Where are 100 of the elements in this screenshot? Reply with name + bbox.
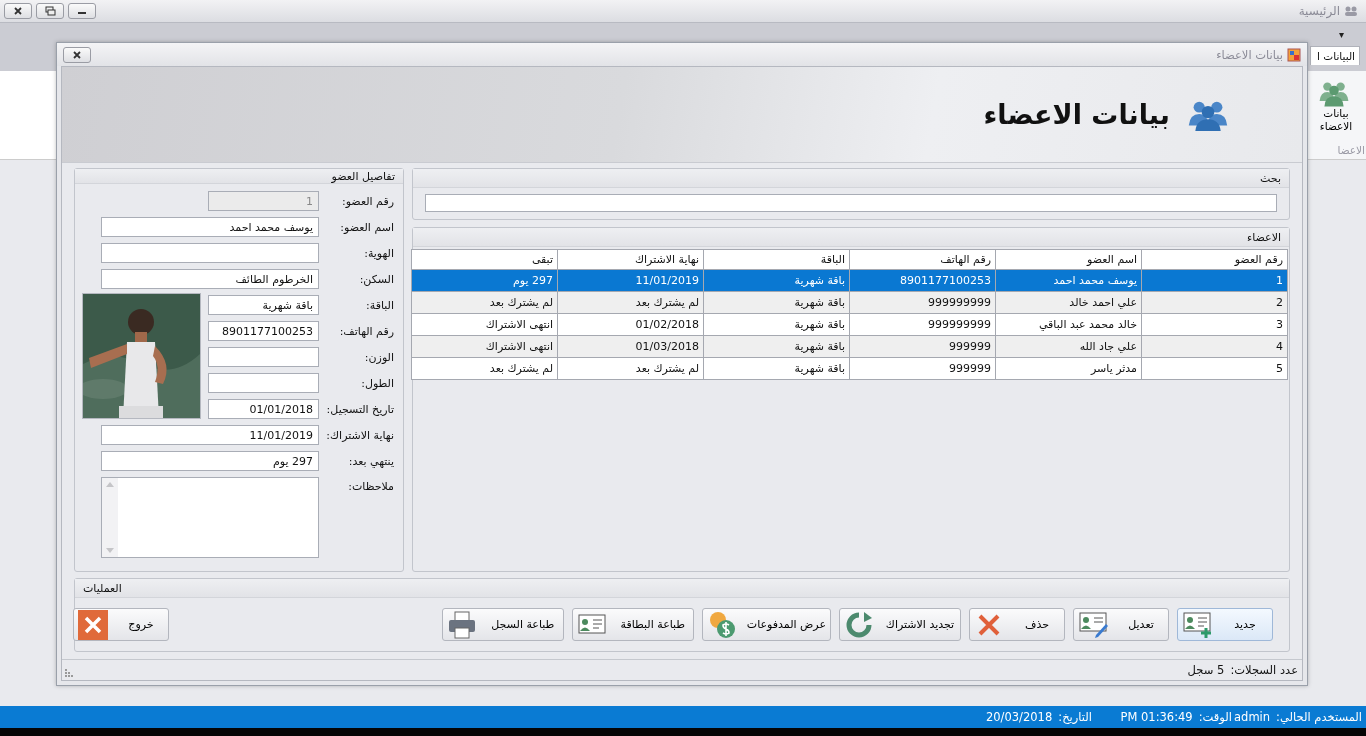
card-pencil-icon [1078, 609, 1108, 640]
close-button[interactable] [4, 3, 32, 19]
table-cell: 1 [1141, 269, 1288, 292]
restore-button[interactable] [36, 3, 64, 19]
panel-title: بحث [413, 169, 1289, 188]
info-value: admin [1234, 710, 1271, 724]
table-cell: خالد محمد عبد الباقي [995, 313, 1142, 336]
input-field[interactable]: الخرطوم الطائف [101, 269, 319, 289]
info-value: 20/03/2018 [985, 710, 1053, 724]
restore-icon [43, 6, 57, 16]
table-cell: باقة شهرية [703, 357, 850, 380]
table-cell: 999999999 [849, 291, 996, 314]
info-label: الوقت: [1198, 710, 1232, 724]
info-label: المستخدم الحالي: [1276, 710, 1362, 724]
field-label: الوزن: [363, 349, 395, 366]
ribbon-menu-caret[interactable]: ▾ [1338, 29, 1344, 40]
field-label: الطول: [360, 375, 395, 392]
table-cell: 01/03/2018 [557, 335, 704, 358]
table-cell: لم يشترك بعد [557, 291, 704, 314]
panel-title: تفاصيل العضو [75, 169, 403, 184]
input-field[interactable]: 01/01/2018 [208, 399, 319, 419]
action-button[interactable]: خروج [73, 608, 169, 641]
column-header[interactable]: نهاية الاشتراك [557, 249, 704, 270]
action-button[interactable]: جديد [1177, 608, 1273, 641]
column-header[interactable]: رقم الهاتف [849, 249, 996, 270]
action-button[interactable]: تعديل [1073, 608, 1169, 641]
field-label: نهاية الاشتراك: [325, 427, 395, 444]
action-button[interactable]: عرض المدفوعات [701, 608, 831, 641]
close-button[interactable] [63, 46, 91, 63]
column-header[interactable]: الباقة [703, 249, 850, 270]
info-value: PM 01:36:49 [1120, 710, 1193, 724]
page-heading: بيانات الاعضاء [983, 99, 1170, 130]
scroll-up-icon [106, 482, 114, 487]
panel-title: الاعضاء [413, 228, 1289, 247]
input-field[interactable] [208, 373, 319, 393]
field-label: السكن: [358, 271, 395, 288]
input-field[interactable]: باقة شهرية [208, 295, 319, 315]
table-cell: علي جاد الله [995, 335, 1142, 358]
field-label: تاريخ التسجيل: [325, 401, 395, 418]
action-button[interactable]: حذف [969, 608, 1065, 641]
table-cell: باقة شهرية [703, 269, 850, 292]
field-label: ينتهي بعد: [347, 453, 395, 470]
column-header[interactable]: اسم العضو [995, 249, 1142, 270]
table-cell: 8901177100253 [849, 269, 996, 292]
close-icon [11, 6, 25, 16]
window-icon [1287, 47, 1301, 62]
table-cell: يوسف محمد احمد [995, 269, 1142, 292]
table-cell: 297 يوم [411, 269, 558, 292]
notes-field[interactable] [101, 477, 319, 558]
action-button[interactable]: طباعة البطاقة [571, 608, 694, 641]
table-cell: 999999999 [849, 313, 996, 336]
table-cell: لم يشترك بعد [557, 357, 704, 380]
table-cell: 2 [1141, 291, 1288, 314]
minimize-button[interactable] [68, 3, 96, 19]
scroll-down-icon [106, 548, 114, 553]
table-cell: علي احمد خالد [995, 291, 1142, 314]
table-cell: 4 [1141, 335, 1288, 358]
input-field[interactable]: 11/01/2019 [101, 425, 319, 445]
field-label: رقم الهاتف: [338, 323, 395, 340]
table-cell: 999999 [849, 357, 996, 380]
action-button[interactable]: طباعة السجل [441, 608, 564, 641]
table-cell: باقة شهرية [703, 313, 850, 336]
input-field[interactable] [208, 347, 319, 367]
panel-title: العمليات [75, 579, 1289, 598]
field-label: ملاحظات: [347, 479, 395, 495]
column-header[interactable]: رقم العضو [1141, 249, 1288, 270]
action-button[interactable]: تجديد الاشتراك [839, 608, 961, 641]
ribbon-group-label: الاعضا [1336, 144, 1365, 158]
table-cell: باقة شهرية [703, 335, 850, 358]
input-field[interactable]: 297 يوم [101, 451, 319, 471]
table-cell: مدثر ياسر [995, 357, 1142, 380]
status-label: عدد السجلات: [1230, 663, 1298, 677]
table-cell: 5 [1141, 357, 1288, 380]
field-label: اسم العضو: [339, 219, 395, 236]
column-header[interactable]: تبقى [411, 249, 558, 270]
table-cell: 999999 [849, 335, 996, 358]
resize-grip-icon [65, 669, 73, 677]
field-label: الهوية: [363, 245, 395, 262]
table-cell: 11/01/2019 [557, 269, 704, 292]
printer-icon [446, 609, 477, 640]
refresh-icon [844, 609, 874, 640]
table-cell: لم يشترك بعد [411, 291, 558, 314]
close-icon [78, 609, 108, 640]
card-plus-icon [1182, 609, 1212, 640]
app-title: الرئيسية [1298, 4, 1340, 18]
ribbon-tab[interactable]: البيانات ا [1310, 46, 1360, 65]
table-cell: انتهى الاشتراك [411, 335, 558, 358]
close-icon [70, 49, 84, 60]
window-title: بيانات الاعضاء [1216, 47, 1283, 62]
field-label: رقم العضو: [340, 193, 395, 210]
table-cell: باقة شهرية [703, 291, 850, 314]
input-field[interactable] [101, 243, 319, 263]
table-cell: انتهى الاشتراك [411, 313, 558, 336]
search-field[interactable] [425, 194, 1277, 212]
input-field[interactable]: يوسف محمد احمد [101, 217, 319, 237]
status-value: 5 سجل [1187, 663, 1225, 677]
table-cell: 01/02/2018 [557, 313, 704, 336]
input-field[interactable]: 8901177100253 [208, 321, 319, 341]
app-icon [1344, 5, 1358, 17]
table-cell: لم يشترك بعد [411, 357, 558, 380]
